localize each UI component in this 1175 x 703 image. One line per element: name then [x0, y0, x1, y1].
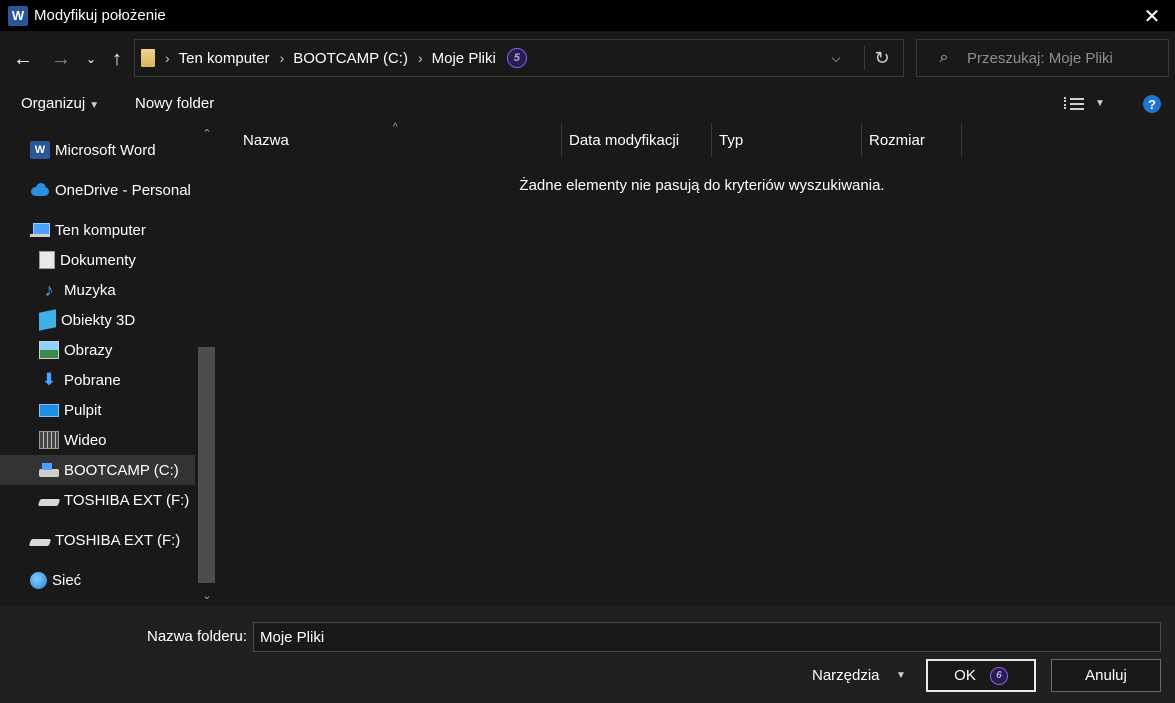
sidebar-item-label: Microsoft Word — [55, 141, 156, 159]
sidebar-item-this-pc[interactable]: Ten komputer — [30, 215, 146, 245]
breadcrumb-moje-pliki[interactable]: Moje Pliki — [432, 50, 496, 67]
step-badge: 5 — [506, 48, 527, 68]
scroll-thumb[interactable] — [198, 347, 215, 583]
up-arrow-icon[interactable]: ↑ — [104, 45, 130, 73]
downloads-icon: ⬇ — [41, 370, 57, 389]
external-drive-icon — [30, 531, 50, 549]
sidebar-item-label: Pulpit — [64, 401, 102, 419]
breadcrumb-bootcamp[interactable]: BOOTCAMP (C:) — [293, 50, 408, 67]
column-header-name[interactable]: ^ Nazwa — [219, 122, 562, 157]
title-bar: W Modyfikuj położenie ✕ — [0, 0, 1175, 31]
sidebar-item-microsoft-word[interactable]: W Microsoft Word — [30, 135, 156, 165]
sidebar-item-label: Dokumenty — [60, 251, 136, 269]
address-divider — [864, 46, 865, 70]
organize-button[interactable]: Organizuj ▼ — [21, 95, 99, 112]
ok-label: OK — [954, 667, 976, 684]
sidebar-item-toshiba-ext-root[interactable]: TOSHIBA EXT (F:) — [30, 525, 180, 555]
breadcrumb-separator-icon: › — [165, 50, 170, 66]
view-details-icon[interactable] — [1064, 95, 1084, 111]
sidebar-item-label: Sieć — [52, 571, 82, 589]
help-icon[interactable]: ? — [1143, 95, 1161, 113]
forward-arrow-icon[interactable]: → — [48, 45, 74, 73]
word-app-icon: W — [8, 5, 30, 26]
sidebar-scrollbar[interactable]: ⌃ ⌄ — [198, 123, 218, 606]
view-options-chevron-icon[interactable]: ▼ — [1095, 98, 1105, 109]
column-label: Typ — [719, 131, 744, 149]
sidebar-item-label: BOOTCAMP (C:) — [64, 461, 179, 479]
column-label: Data modyfikacji — [569, 131, 680, 149]
desktop-icon — [39, 403, 59, 417]
back-arrow-icon[interactable]: ← — [10, 45, 36, 73]
breadcrumb-separator-icon: › — [417, 50, 423, 66]
sidebar-item-network[interactable]: Sieć — [30, 565, 81, 595]
search-icon: ⌕ — [939, 49, 949, 66]
column-header-type[interactable]: Typ — [712, 123, 862, 157]
tools-button[interactable]: Narzędzia — [812, 667, 880, 684]
breadcrumb-this-pc[interactable]: Ten komputer — [179, 50, 270, 67]
address-bar[interactable]: › Ten komputer › BOOTCAMP (C:) › Moje Pl… — [134, 39, 904, 77]
sidebar-item-label: Ten komputer — [55, 221, 146, 239]
column-header-date[interactable]: Data modyfikacji — [562, 123, 712, 157]
empty-results-message: Żadne elementy nie pasują do kryteriów w… — [519, 177, 885, 194]
column-label: Nazwa — [243, 131, 289, 149]
word-icon: W — [30, 141, 50, 159]
sidebar-item-label: TOSHIBA EXT (F:) — [55, 531, 181, 549]
column-label: Rozmiar — [869, 131, 925, 149]
sidebar-item-label: Wideo — [64, 431, 107, 449]
music-icon: ♪ — [44, 280, 54, 300]
command-bar: Organizuj ▼ Nowy folder ▼ — [0, 85, 1175, 123]
sidebar-item-label: Obiekty 3D — [61, 311, 136, 329]
folder-icon — [141, 49, 155, 67]
new-folder-button[interactable]: Nowy folder — [135, 95, 214, 112]
sidebar-item-desktop[interactable]: Pulpit — [39, 395, 102, 425]
sidebar-item-label: Obrazy — [64, 341, 113, 359]
search-box[interactable]: ⌕ — [916, 39, 1169, 77]
scroll-down-icon[interactable]: ⌄ — [198, 589, 216, 602]
navigation-pane: W Microsoft Word OneDrive - Personal Ten… — [0, 123, 218, 606]
step-badge: 6 — [989, 666, 1008, 685]
address-dropdown-chevron-icon[interactable]: ⌵ — [821, 40, 851, 76]
documents-icon — [39, 251, 55, 269]
column-header-size[interactable]: Rozmiar — [862, 123, 962, 157]
window-title: Modyfikuj położenie — [34, 7, 166, 24]
sidebar-item-pictures[interactable]: Obrazy — [39, 335, 112, 365]
search-input[interactable] — [967, 49, 1167, 67]
sidebar-item-label: Muzyka — [64, 281, 116, 299]
chevron-down-icon: ▼ — [89, 100, 100, 111]
navigation-bar: ← → ⌄ ↑ › Ten komputer › BOOTCAMP (C:) ›… — [0, 31, 1175, 85]
sidebar-item-3d-objects[interactable]: Obiekty 3D — [39, 305, 135, 335]
folder-name-field[interactable] — [253, 622, 1161, 652]
tools-chevron-down-icon[interactable]: ▼ — [896, 670, 906, 681]
sidebar-item-downloads[interactable]: ⬇ Pobrane — [39, 365, 121, 395]
sidebar-item-music[interactable]: ♪ Muzyka — [39, 275, 116, 305]
dialog-footer: Nazwa folderu: Narzędzia ▼ OK 6 Anuluj — [0, 606, 1175, 703]
sidebar-item-onedrive[interactable]: OneDrive - Personal — [30, 175, 191, 205]
pictures-icon — [39, 341, 59, 359]
breadcrumb-separator-icon: › — [279, 50, 285, 66]
sidebar-item-documents[interactable]: Dokumenty — [39, 245, 136, 275]
drive-c-icon — [39, 461, 59, 479]
network-icon — [30, 571, 47, 589]
refresh-icon[interactable]: ↻ — [867, 40, 897, 76]
ok-button[interactable]: OK 6 — [926, 659, 1036, 692]
sidebar-item-label: TOSHIBA EXT (F:) — [64, 491, 190, 509]
computer-icon — [30, 221, 50, 239]
videos-icon — [39, 431, 59, 449]
organize-label: Organizuj — [21, 95, 86, 112]
cancel-button[interactable]: Anuluj — [1051, 659, 1161, 692]
recent-locations-chevron-icon[interactable]: ⌄ — [83, 45, 99, 73]
sort-ascending-icon: ^ — [393, 122, 398, 133]
folder-name-label: Nazwa folderu: — [147, 628, 248, 645]
sidebar-item-label: OneDrive - Personal — [55, 181, 191, 199]
sidebar-item-videos[interactable]: Wideo — [39, 425, 107, 455]
sidebar-item-bootcamp[interactable]: BOOTCAMP (C:) — [0, 455, 195, 485]
onedrive-icon — [30, 181, 50, 199]
file-list-pane: ^ Nazwa Data modyfikacji Typ Rozmiar Żad… — [219, 122, 1175, 606]
sidebar-item-toshiba-ext[interactable]: TOSHIBA EXT (F:) — [39, 485, 189, 515]
3d-objects-icon — [39, 309, 56, 331]
close-icon[interactable]: ✕ — [1137, 4, 1167, 28]
external-drive-icon — [39, 491, 59, 509]
scroll-up-icon[interactable]: ⌃ — [198, 127, 216, 140]
sidebar-item-label: Pobrane — [64, 371, 121, 389]
